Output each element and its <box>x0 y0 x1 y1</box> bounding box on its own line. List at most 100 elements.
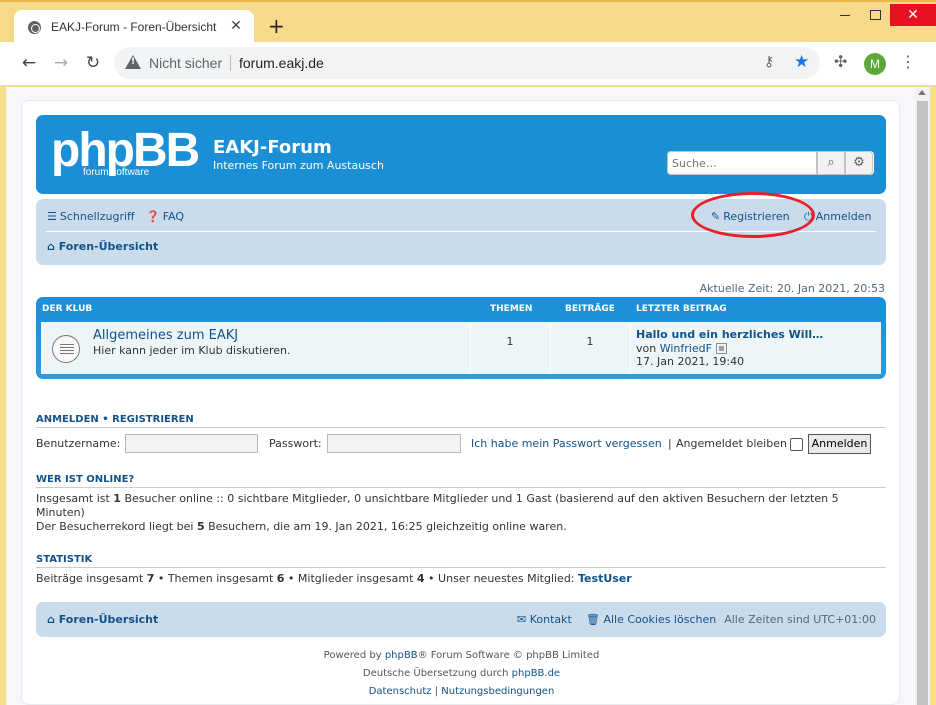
globe-icon <box>28 21 41 34</box>
omnibox-separator <box>230 55 231 71</box>
online-text: Insgesamt ist 1 Besucher online :: 0 sic… <box>36 492 876 534</box>
section-divider <box>36 487 886 488</box>
minimize-icon[interactable] <box>830 4 860 26</box>
remember-label: Angemeldet bleiben <box>676 437 787 450</box>
username-label: Benutzername: <box>36 437 121 450</box>
envelope-icon: ✉ <box>517 613 530 626</box>
star-icon[interactable]: ★ <box>794 52 809 72</box>
record-count: 5 <box>196 520 205 533</box>
last-post-title[interactable]: Hallo und ein herzliches Will… <box>636 328 823 341</box>
online-heading[interactable]: Wer ist online? <box>36 474 134 485</box>
scrollbar-thumb[interactable] <box>917 101 928 705</box>
login-button[interactable]: Anmelden <box>808 434 871 454</box>
online-count: 1 <box>113 492 121 505</box>
delete-cookies-link[interactable]: 🗑 Alle Cookies löschen <box>586 613 716 626</box>
password-field[interactable] <box>327 434 461 453</box>
scrollbar[interactable] <box>915 87 930 705</box>
site-title: EAKJ-Forum <box>213 137 332 158</box>
warning-icon[interactable] <box>125 55 141 69</box>
translation-credit: Deutsche Übersetzung durch phpBB.de <box>22 668 901 679</box>
logo-subtitle: forum software <box>83 167 150 178</box>
cell-divider <box>550 322 551 374</box>
login-heading-link[interactable]: Anmelden <box>36 414 99 425</box>
online-line2-pre: Der Besucherrekord liegt bei <box>36 520 197 533</box>
gear-icon[interactable]: ⚙ <box>845 151 873 175</box>
newest-member-link[interactable]: TestUser <box>578 572 632 585</box>
new-tab-icon[interactable]: + <box>268 16 285 36</box>
footer-breadcrumb[interactable]: ⌂ Foren-Übersicht <box>47 613 158 626</box>
last-post-date: 17. Jan 2021, 19:40 <box>636 355 745 368</box>
online-line1-post: Besucher online :: 0 sichtbare Mitgliede… <box>36 492 839 519</box>
breadcrumb-label: Foren-Übersicht <box>58 240 159 253</box>
maximize-icon[interactable] <box>860 4 890 26</box>
scroll-up-icon[interactable] <box>918 90 926 95</box>
footer-links-sep: | <box>434 686 439 697</box>
category-title[interactable]: Der Klub <box>42 304 92 314</box>
contact-link[interactable]: ✉ Kontakt <box>517 613 572 626</box>
privacy-link[interactable]: Datenschutz <box>369 686 432 697</box>
delete-cookies-label: Alle Cookies löschen <box>603 613 717 626</box>
topics-count: 1 <box>506 335 514 348</box>
forum-category: Der Klub Themen Beiträge Letzter Beitrag… <box>36 297 886 379</box>
kebab-menu-icon[interactable]: ⋮ <box>900 52 916 71</box>
quick-access-link[interactable]: ☰ Schnellzugriff <box>47 210 135 223</box>
breadcrumb[interactable]: ⌂ Foren-Übersicht <box>47 240 158 253</box>
browser-titlebar: EAKJ-Forum - Foren-Übersicht ✕ + ✕ <box>0 0 936 44</box>
login-label: Anmelden <box>815 210 872 223</box>
faq-label: FAQ <box>162 210 185 223</box>
search-box: ⌕ ⚙ <box>667 151 874 175</box>
powered-by: Powered by phpBB® Forum Software © phpBB… <box>22 650 901 661</box>
forum-read-icon <box>52 335 80 363</box>
search-icon[interactable]: ⌕ <box>817 151 845 175</box>
tab-close-icon[interactable]: ✕ <box>228 18 244 34</box>
contact-label: Kontakt <box>529 613 572 626</box>
quick-login-form: Benutzername: Passwort: Ich habe mein Pa… <box>36 434 886 456</box>
section-divider <box>36 567 886 568</box>
username-field[interactable] <box>125 434 258 453</box>
register-heading-link[interactable]: Registrieren <box>112 414 194 425</box>
forum-header: phpBB forum software EAKJ-Forum Internes… <box>36 115 886 194</box>
stats-members-label: • Mitglieder insgesamt <box>284 572 417 585</box>
reload-icon[interactable]: ↻ <box>82 52 104 74</box>
forgot-password-link[interactable]: Ich habe mein Passwort vergessen <box>471 437 662 450</box>
phpbb-link[interactable]: phpBB <box>385 650 418 661</box>
security-label[interactable]: Nicht sicher <box>149 55 222 71</box>
faq-link[interactable]: ❓ FAQ <box>146 210 184 223</box>
terms-link[interactable]: Nutzungsbedingungen <box>441 686 554 697</box>
site-description: Internes Forum zum Austausch <box>213 159 384 172</box>
home-icon: ⌂ <box>47 613 59 626</box>
red-highlight-circle <box>691 192 815 238</box>
remember-checkbox[interactable] <box>790 438 803 451</box>
url-text[interactable]: forum.eakj.de <box>239 55 324 71</box>
profile-avatar[interactable]: M <box>864 53 886 75</box>
cell-divider <box>630 322 631 374</box>
stats-heading: Statistik <box>36 554 93 565</box>
phpbb-logo[interactable]: phpBB forum software <box>51 124 201 181</box>
online-line1-pre: Insgesamt ist <box>36 492 114 505</box>
tab-title: EAKJ-Forum - Foren-Übersicht <box>51 20 217 34</box>
stats-posts-label: Beiträge insgesamt <box>36 572 147 585</box>
forum-wrap: phpBB forum software EAKJ-Forum Internes… <box>21 100 900 705</box>
view-latest-post-icon[interactable] <box>715 343 727 354</box>
page-viewport: phpBB forum software EAKJ-Forum Internes… <box>6 87 930 705</box>
last-post-user[interactable]: WinfriedF <box>660 342 712 355</box>
puzzle-icon[interactable]: ✣ <box>834 52 847 71</box>
last-post-author: von WinfriedF <box>636 342 727 355</box>
back-icon[interactable]: ← <box>18 52 40 74</box>
trash-icon: 🗑 <box>586 613 604 626</box>
search-input[interactable] <box>667 151 817 175</box>
stats-newest-label: • Unser neuestes Mitglied: <box>424 572 579 585</box>
key-icon[interactable]: ⚷ <box>764 54 774 70</box>
browser-toolbar: ← → ↻ Nicht sicher forum.eakj.de ⚷ ★ ✣ M… <box>0 42 936 86</box>
browser-tab[interactable]: EAKJ-Forum - Foren-Übersicht ✕ <box>14 10 254 44</box>
current-time: Aktuelle Zeit: 20. Jan 2021, 20:53 <box>699 282 885 295</box>
login-heading: Anmelden • Registrieren <box>36 414 194 425</box>
phpbb-de-link[interactable]: phpBB.de <box>512 668 560 679</box>
footer-navbar: ⌂ Foren-Übersicht ✉ Kontakt 🗑 Alle Cooki… <box>36 602 886 637</box>
window-close-icon[interactable]: ✕ <box>890 4 936 26</box>
question-icon: ❓ <box>146 210 160 223</box>
address-bar[interactable]: Nicht sicher forum.eakj.de ⚷ ★ <box>114 47 820 79</box>
forum-title[interactable]: Allgemeines zum EAKJ <box>93 328 238 343</box>
forward-icon[interactable]: → <box>50 52 72 74</box>
section-divider <box>36 427 886 428</box>
